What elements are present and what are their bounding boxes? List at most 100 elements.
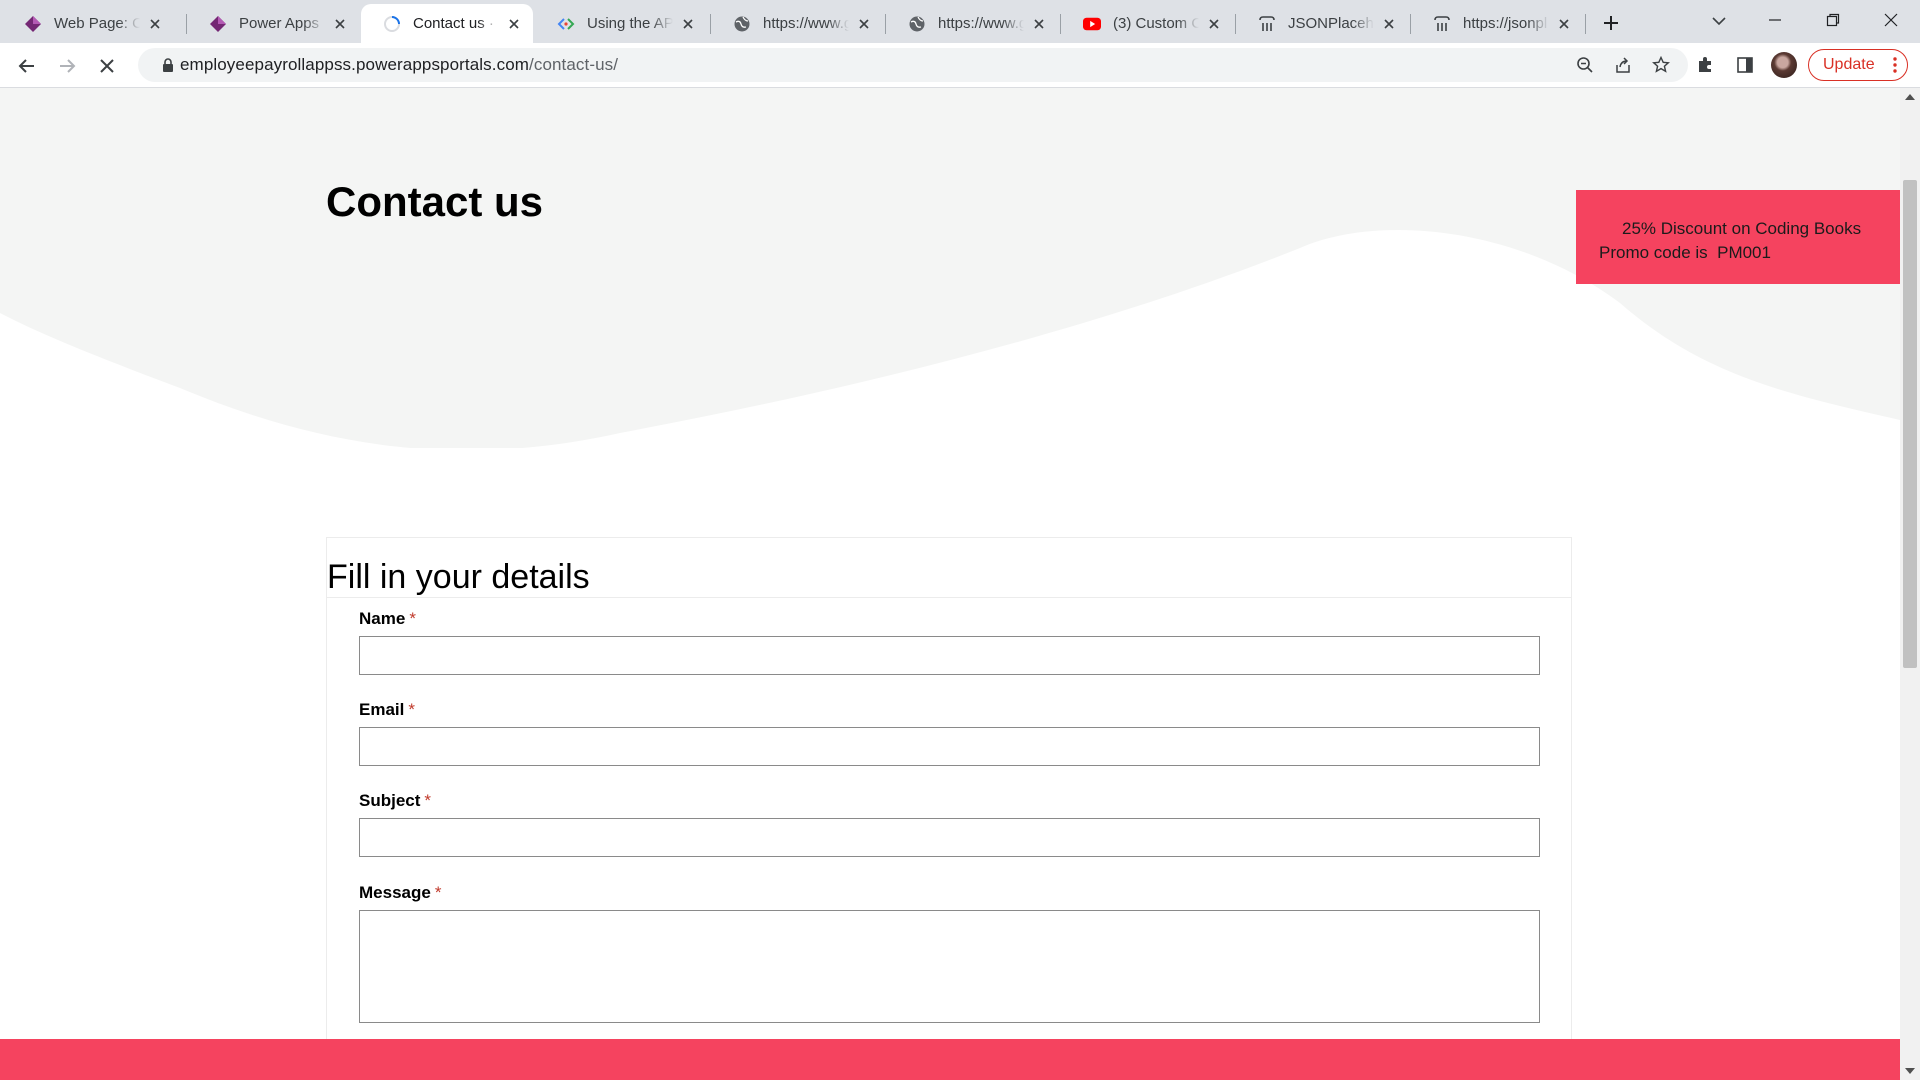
tab-jsonplaceholder[interactable]: JSONPlacehol xyxy=(1236,4,1408,43)
back-button[interactable] xyxy=(11,50,43,82)
tab-title: JSONPlacehol xyxy=(1288,15,1374,32)
new-tab-button[interactable] xyxy=(1596,8,1626,38)
close-window-button[interactable] xyxy=(1862,0,1920,40)
required-marker: * xyxy=(434,883,442,902)
share-icon[interactable] xyxy=(1608,50,1638,80)
promo-line-1: 25% Discount on Coding Books xyxy=(1622,219,1862,238)
message-field[interactable] xyxy=(359,910,1540,1023)
tab-youtube[interactable]: (3) Custom Co xyxy=(1061,4,1233,43)
forward-button[interactable] xyxy=(51,50,83,82)
message-label: Message * xyxy=(359,883,441,903)
tab-title: Contact us · S xyxy=(413,15,499,32)
tab-strip: Web Page: Co Power Apps Contact us · S U… xyxy=(0,0,1920,43)
tab-power-apps[interactable]: Power Apps xyxy=(187,4,359,43)
avatar xyxy=(1771,52,1797,78)
stop-loading-button[interactable] xyxy=(91,50,123,82)
tab-contact-us[interactable]: Contact us · S xyxy=(361,4,533,43)
side-panel-icon xyxy=(1737,57,1753,73)
page-title: Contact us xyxy=(326,178,544,225)
tab-title: https://www.g xyxy=(938,15,1024,32)
puzzle-icon xyxy=(1699,57,1711,72)
power-apps-icon xyxy=(209,15,227,33)
stop-icon xyxy=(100,59,114,73)
field-label-text: Subject xyxy=(359,791,421,810)
close-tab-icon[interactable] xyxy=(1030,15,1048,33)
jsonplaceholder-icon xyxy=(1258,15,1276,33)
arrow-left-icon xyxy=(18,59,34,73)
bookmark-star-icon[interactable] xyxy=(1646,50,1676,80)
promo-banner[interactable]: 25% Discount on Coding Books Promo code … xyxy=(1576,190,1900,284)
triangle-up-icon xyxy=(1905,94,1915,100)
subject-field[interactable] xyxy=(359,818,1540,857)
arrow-right-icon xyxy=(60,59,76,73)
globe-icon xyxy=(733,15,751,33)
window-controls xyxy=(1746,0,1920,43)
required-marker: * xyxy=(409,609,416,628)
tab-title: https://www.g xyxy=(763,15,849,32)
promo-line-2: Promo code is PM001 xyxy=(1599,243,1771,262)
more-vertical-icon xyxy=(1893,57,1897,73)
name-field[interactable] xyxy=(359,636,1540,675)
triangle-down-icon xyxy=(1905,1068,1915,1074)
lock-icon[interactable] xyxy=(138,58,180,72)
minimize-button[interactable] xyxy=(1746,0,1804,40)
tab-jsonplaceholder-2[interactable]: https://jsonpl xyxy=(1411,4,1583,43)
close-tab-icon[interactable] xyxy=(1380,15,1398,33)
scroll-down-button[interactable] xyxy=(1900,1062,1920,1080)
side-panel-button[interactable] xyxy=(1729,49,1761,81)
close-tab-icon[interactable] xyxy=(1555,15,1573,33)
address-bar-actions xyxy=(1570,50,1676,80)
globe-icon xyxy=(908,15,926,33)
field-label-text: Email xyxy=(359,700,405,719)
form-heading: Fill in your details xyxy=(327,558,590,596)
close-tab-icon[interactable] xyxy=(679,15,697,33)
url-path: /contact-us/ xyxy=(529,55,619,74)
close-tab-icon[interactable] xyxy=(855,15,873,33)
email-field[interactable] xyxy=(359,727,1540,766)
tab-using-the-api[interactable]: Using the API xyxy=(535,4,707,43)
close-tab-icon[interactable] xyxy=(505,15,523,33)
tab-separator xyxy=(1585,14,1586,34)
plus-icon xyxy=(1604,16,1618,30)
restore-button[interactable] xyxy=(1804,0,1862,40)
chevron-down-icon xyxy=(1712,17,1726,26)
close-tab-icon[interactable] xyxy=(146,15,164,33)
close-tab-icon[interactable] xyxy=(331,15,349,33)
field-label-text: Message xyxy=(359,883,431,902)
update-label: Update xyxy=(1823,56,1875,73)
browser-toolbar: employeepayrollappss.powerappsportals.co… xyxy=(0,43,1920,88)
jsonplaceholder-icon xyxy=(1433,15,1451,33)
api-explorer-icon xyxy=(557,15,575,33)
close-icon xyxy=(1884,13,1898,27)
scrollbar-thumb[interactable] xyxy=(1903,180,1917,668)
tab-search-button[interactable] xyxy=(1704,6,1734,36)
required-marker: * xyxy=(424,791,432,810)
tab-google-2[interactable]: https://www.g xyxy=(886,4,1058,43)
update-button[interactable]: Update xyxy=(1808,49,1908,81)
tab-title: Power Apps xyxy=(239,15,320,32)
tab-google-1[interactable]: https://www.g xyxy=(711,4,883,43)
profile-button[interactable] xyxy=(1768,49,1800,81)
extensions-button[interactable] xyxy=(1689,49,1721,81)
tab-title: (3) Custom Co xyxy=(1113,15,1199,32)
scroll-up-button[interactable] xyxy=(1900,88,1920,106)
loading-spinner-icon xyxy=(383,15,401,33)
tab-title: https://jsonpl xyxy=(1463,15,1548,32)
page-viewport: Contact us 25% Discount on Coding Books … xyxy=(0,88,1900,1080)
address-bar[interactable]: employeepayrollappss.powerappsportals.co… xyxy=(138,48,1688,82)
close-tab-icon[interactable] xyxy=(1205,15,1223,33)
contact-form: Fill in your details Name * Email * Subjec… xyxy=(326,537,1572,1080)
subject-label: Subject * xyxy=(359,791,431,811)
tab-web-page[interactable]: Web Page: Co xyxy=(2,4,174,43)
name-label: Name * xyxy=(359,609,416,629)
url-host: employeepayrollappss.powerappsportals.co… xyxy=(180,55,530,74)
restore-icon xyxy=(1826,13,1840,27)
url-text[interactable]: employeepayrollappss.powerappsportals.co… xyxy=(180,55,618,75)
zoom-icon[interactable] xyxy=(1570,50,1600,80)
footer-band xyxy=(0,1039,1900,1080)
tab-title: Using the API xyxy=(587,15,673,32)
field-label-text: Name xyxy=(359,609,406,628)
page-scrollbar[interactable] xyxy=(1900,88,1920,1080)
youtube-icon xyxy=(1083,15,1101,33)
minimize-icon xyxy=(1769,19,1781,21)
